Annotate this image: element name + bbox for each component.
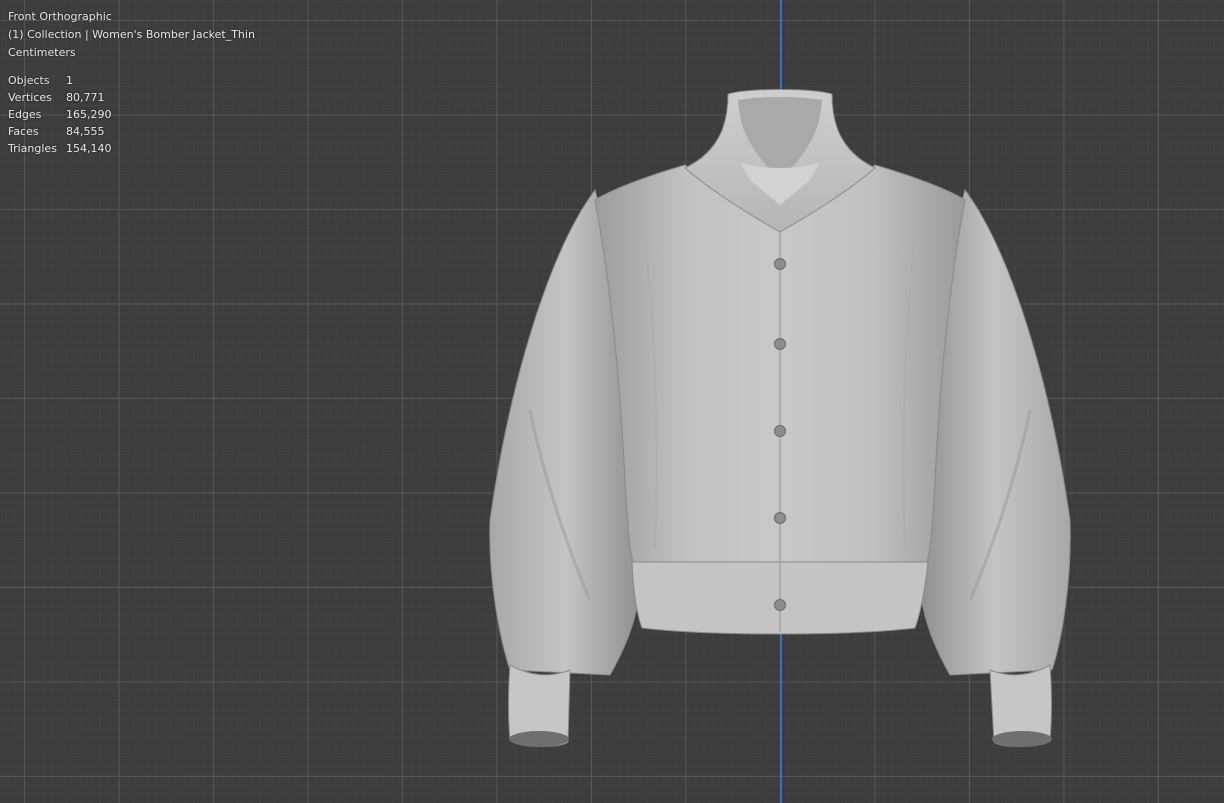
stat-label-edges: Edges [8,108,42,121]
stat-label-triangles: Triangles [8,142,57,155]
button-2 [774,338,786,350]
view-name-label: Front Orthographic [8,10,112,23]
stat-value-faces: 84,555 [66,125,105,138]
button-1 [774,258,786,270]
stat-label-objects: Objects [8,74,50,87]
stat-label-faces: Faces [8,125,39,138]
stat-value-objects: 1 [66,74,73,87]
units-label: Centimeters [8,46,76,59]
viewport-info-overlay: Front Orthographic (1) Collection | Wome… [8,8,255,157]
stat-value-vertices: 80,771 [66,91,105,104]
button-3 [774,425,786,437]
stat-value-edges: 165,290 [66,108,112,121]
button-5 [774,599,786,611]
stat-label-vertices: Vertices [8,91,52,104]
button-4 [774,512,786,524]
stat-value-triangles: 154,140 [66,142,112,155]
bomber-jacket-model[interactable] [470,80,1090,760]
scene-statistics: Objects 1 Vertices 80,771 Edges 165,290 … [8,72,255,157]
collection-label: (1) Collection | Women's Bomber Jacket_T… [8,28,255,41]
3d-viewport[interactable]: Front Orthographic (1) Collection | Wome… [0,0,1224,803]
